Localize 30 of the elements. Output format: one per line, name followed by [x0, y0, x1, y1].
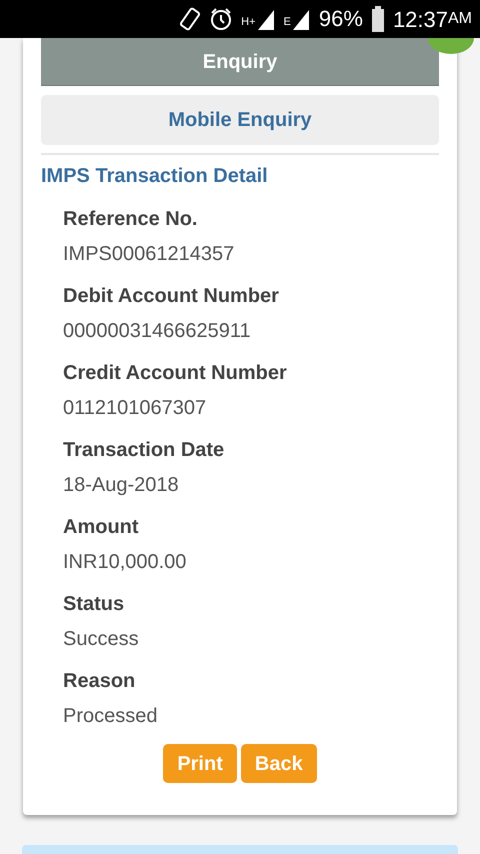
battery-percent: 96% — [318, 8, 363, 30]
field-value: IMPS00061214357 — [63, 242, 236, 266]
network-label: H+ — [241, 14, 256, 30]
field-value: 0112101067307 — [63, 396, 208, 420]
field-label: Reference No. — [63, 207, 198, 231]
field-label: Transaction Date — [63, 438, 226, 462]
field-label: Debit Account Number — [63, 284, 280, 308]
section-title: IMPS Transaction Detail — [41, 153, 439, 191]
action-button[interactable]: Print — [163, 744, 237, 783]
signal-icon — [290, 8, 311, 30]
action-button[interactable]: Back — [240, 744, 317, 783]
clock-time: 12:37 — [392, 9, 448, 31]
field-label: Reason — [63, 669, 136, 693]
field-label: Credit Account Number — [63, 361, 288, 385]
field-value: Processed — [63, 704, 158, 728]
menu-button[interactable]: Mobile Enquiry — [41, 95, 439, 145]
floating-button[interactable] — [428, 38, 474, 54]
network-label: E — [284, 14, 291, 30]
field-label: Status — [63, 592, 126, 616]
field-value: Success — [63, 627, 140, 651]
field-label: Amount — [63, 515, 140, 539]
clock-ampm: AM — [448, 9, 472, 29]
alarm-icon — [209, 7, 234, 31]
field-value: 00000031466625911 — [63, 319, 252, 343]
menu-button[interactable]: Enquiry — [41, 38, 439, 86]
field-value: 18-Aug-2018 — [63, 473, 180, 497]
battery-icon — [370, 6, 385, 32]
signal-icon — [256, 8, 276, 30]
field-value: INR10,000.00 — [63, 550, 188, 574]
rotation-icon — [179, 7, 202, 31]
